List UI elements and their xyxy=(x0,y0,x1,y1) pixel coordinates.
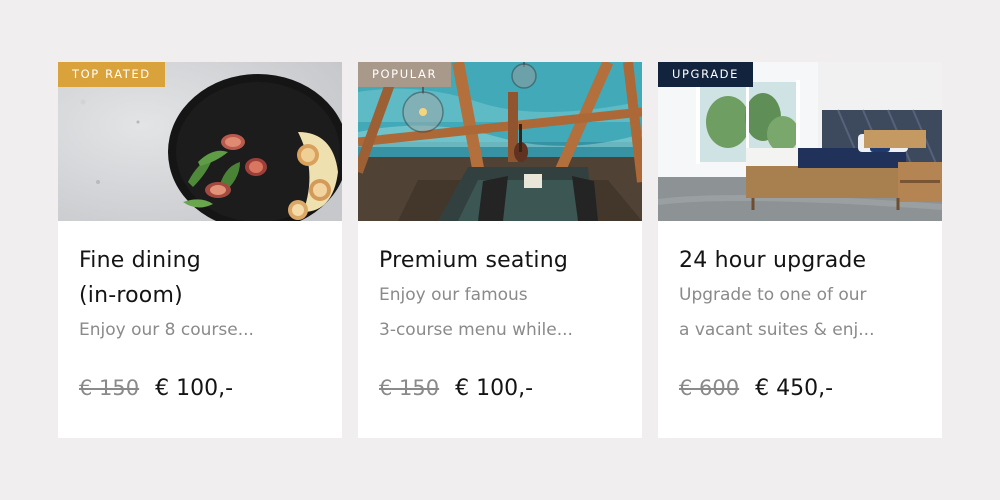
price-original: € 600 xyxy=(679,376,740,400)
offer-card-fine-dining[interactable]: TOP RATED Fine dining (in-room) Enjoy ou… xyxy=(58,62,342,438)
offer-card-24-hour-upgrade[interactable]: UPGRADE 24 hour upgrade Upgrade to one o… xyxy=(658,62,942,438)
offer-card-premium-seating[interactable]: POPULAR Premium seating Enjoy our famous… xyxy=(358,62,642,438)
card-description-line1: Enjoy our famous xyxy=(379,285,528,305)
card-price: € 600 € 450,- xyxy=(679,376,833,401)
card-price: € 150 € 100,- xyxy=(379,376,533,401)
card-title-line1: Premium seating xyxy=(379,248,569,273)
card-price: € 150 € 100,- xyxy=(79,376,233,401)
price-discounted: € 450,- xyxy=(755,376,834,401)
card-body: Fine dining (in-room) Enjoy our 8 course… xyxy=(58,221,342,348)
badge-top-rated: TOP RATED xyxy=(58,62,165,87)
price-discounted: € 100,- xyxy=(455,376,534,401)
card-description-line1: Upgrade to one of our xyxy=(679,285,867,305)
card-title-line2: (in-room) xyxy=(79,283,183,308)
card-title-line1: 24 hour upgrade xyxy=(679,248,867,273)
price-original: € 150 xyxy=(79,376,140,400)
badge-upgrade: UPGRADE xyxy=(658,62,753,87)
price-original: € 150 xyxy=(379,376,440,400)
card-description-line2: 3-course menu while... xyxy=(379,320,573,340)
card-description-line1: Enjoy our 8 course... xyxy=(79,320,254,340)
offer-cards: TOP RATED Fine dining (in-room) Enjoy ou… xyxy=(58,62,942,438)
card-description-line2: a vacant suites & enj... xyxy=(679,320,875,340)
price-discounted: € 100,- xyxy=(155,376,234,401)
card-title-line1: Fine dining xyxy=(79,248,201,273)
badge-popular: POPULAR xyxy=(358,62,452,87)
card-body: Premium seating Enjoy our famous 3-cours… xyxy=(358,221,642,348)
card-body: 24 hour upgrade Upgrade to one of our a … xyxy=(658,221,942,348)
